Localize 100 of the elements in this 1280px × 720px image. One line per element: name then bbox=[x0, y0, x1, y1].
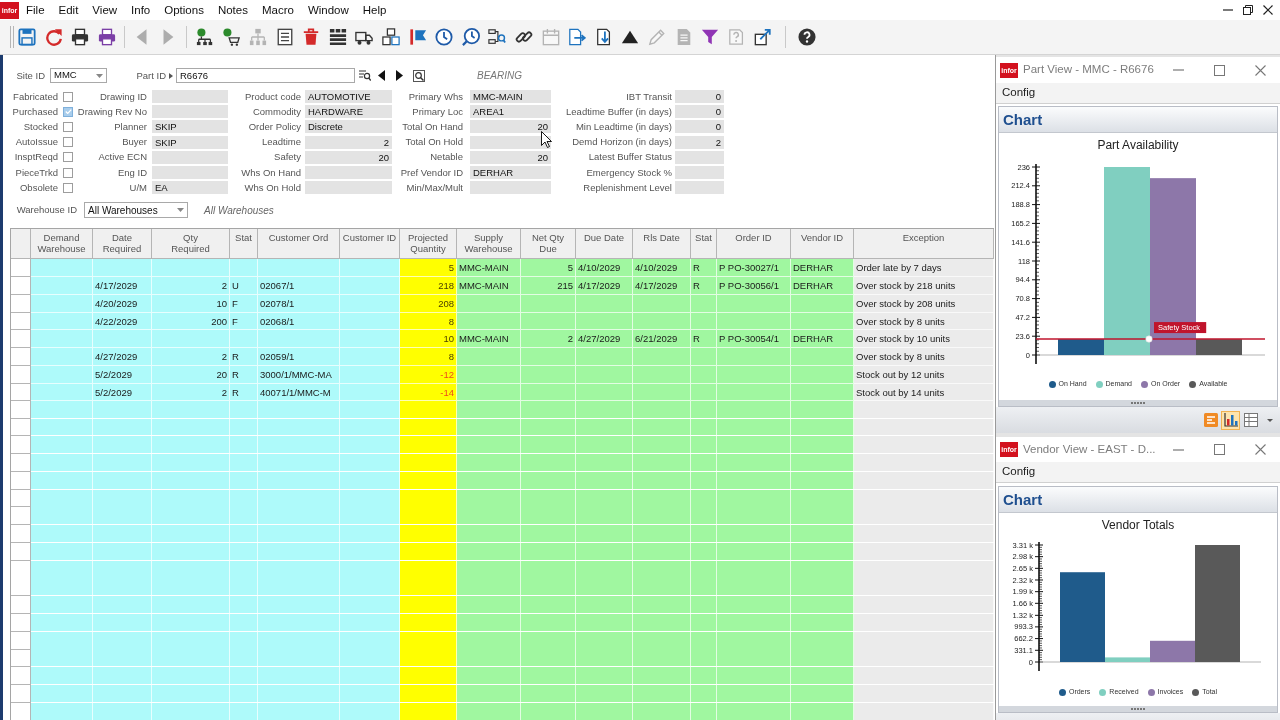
input-field[interactable] bbox=[675, 150, 724, 164]
table-cell: 8 bbox=[400, 348, 457, 366]
chart-title: Vendor Totals bbox=[1100, 517, 1176, 534]
dropdown[interactable]: MMC bbox=[50, 68, 107, 83]
printer-icon[interactable] bbox=[98, 28, 117, 46]
list-icon[interactable] bbox=[275, 28, 294, 46]
input-field[interactable]: EA bbox=[152, 181, 228, 195]
menu-item[interactable]: Config bbox=[1002, 84, 1036, 102]
table-cell bbox=[31, 348, 93, 366]
table-cell: 4/17/2029 bbox=[576, 277, 633, 295]
coin-cart-icon[interactable] bbox=[222, 28, 241, 46]
view-toggle[interactable] bbox=[1241, 410, 1260, 430]
coin-hierarchy-icon[interactable] bbox=[195, 28, 214, 46]
input-field[interactable] bbox=[152, 150, 228, 164]
help-icon[interactable] bbox=[797, 28, 816, 46]
table-cell: 2 bbox=[152, 348, 230, 366]
menu-item[interactable]: Edit bbox=[51, 0, 86, 20]
marker-icon bbox=[1145, 335, 1153, 343]
import-icon[interactable] bbox=[594, 28, 613, 46]
circular-arrow-icon[interactable] bbox=[44, 28, 63, 46]
trash-icon[interactable] bbox=[302, 28, 321, 46]
up-triangle-icon[interactable] bbox=[621, 28, 640, 46]
close-icon[interactable] bbox=[1263, 5, 1273, 15]
flag-icon[interactable] bbox=[408, 28, 427, 46]
legend-dot-icon bbox=[1141, 380, 1148, 388]
checkbox[interactable] bbox=[63, 167, 73, 178]
input-field[interactable] bbox=[470, 181, 551, 195]
printer-icon[interactable] bbox=[71, 28, 90, 46]
menu-item[interactable]: View bbox=[85, 0, 125, 20]
maximize-icon[interactable] bbox=[1214, 64, 1225, 76]
view-toggle[interactable] bbox=[1221, 410, 1240, 430]
checkbox[interactable] bbox=[63, 152, 73, 163]
input-field[interactable]: 20 bbox=[305, 150, 392, 164]
menu-item[interactable]: File bbox=[19, 0, 52, 20]
clock-icon[interactable] bbox=[435, 28, 454, 46]
checkbox[interactable] bbox=[63, 91, 73, 102]
input-field[interactable]: 0 bbox=[675, 90, 724, 104]
input-field[interactable]: MMC-MAIN bbox=[470, 90, 551, 104]
menu-item[interactable]: Info bbox=[124, 0, 158, 20]
menu-item[interactable]: Config bbox=[1002, 463, 1036, 481]
table-cell: 2 bbox=[521, 330, 576, 349]
input-field[interactable]: 2 bbox=[305, 135, 392, 149]
input-field[interactable]: 20 bbox=[470, 120, 551, 134]
menu-item[interactable]: Help bbox=[355, 0, 394, 20]
input-field[interactable]: 20 bbox=[470, 150, 551, 164]
input-field[interactable]: DERHAR bbox=[470, 166, 551, 180]
input-field[interactable]: AUTOMOTIVE bbox=[305, 90, 392, 104]
input-field[interactable] bbox=[152, 166, 228, 180]
filter-icon[interactable] bbox=[701, 28, 720, 46]
input-field[interactable] bbox=[152, 105, 228, 119]
dropdown[interactable]: All Warehouses bbox=[84, 202, 188, 219]
input-field[interactable]: SKIP bbox=[152, 135, 228, 149]
input-field[interactable]: AREA1 bbox=[470, 105, 551, 119]
field-label: Eng ID bbox=[117, 166, 147, 179]
table-cell bbox=[230, 259, 258, 278]
checkbox[interactable] bbox=[63, 182, 73, 193]
right-triangle-icon[interactable] bbox=[396, 70, 403, 81]
input-field[interactable] bbox=[305, 166, 392, 180]
menu-item[interactable]: Options bbox=[157, 0, 211, 20]
link-icon[interactable] bbox=[515, 28, 533, 46]
input-field[interactable] bbox=[305, 181, 392, 195]
caret-icon[interactable] bbox=[1267, 418, 1273, 422]
flowchart-search-icon[interactable] bbox=[488, 28, 507, 46]
triangle-icon bbox=[169, 72, 173, 79]
input-field[interactable]: Discrete bbox=[305, 120, 392, 134]
checkbox[interactable] bbox=[63, 106, 73, 117]
table-cell: 4/10/2029 bbox=[633, 259, 691, 278]
restore-icon[interactable] bbox=[1243, 5, 1253, 15]
list-search-icon[interactable] bbox=[359, 70, 371, 81]
view-toggle[interactable] bbox=[1201, 410, 1220, 430]
tile-icon bbox=[1203, 413, 1218, 427]
checkbox[interactable] bbox=[63, 137, 73, 148]
input-field[interactable] bbox=[675, 166, 724, 180]
export-icon[interactable] bbox=[568, 28, 587, 46]
table-cell: P PO-30027/1 bbox=[717, 259, 791, 278]
checkbox[interactable] bbox=[63, 121, 73, 132]
table-cell: 218 bbox=[400, 277, 457, 295]
boxes-icon[interactable] bbox=[382, 28, 400, 46]
input-field[interactable]: 0 bbox=[675, 105, 724, 119]
input-field[interactable]: SKIP bbox=[152, 120, 228, 134]
input-field[interactable]: R6676 bbox=[176, 68, 355, 83]
table-cell: Over stock by 218 units bbox=[854, 277, 994, 295]
input-field[interactable] bbox=[675, 181, 724, 195]
grid-icon[interactable] bbox=[328, 28, 347, 46]
clock-magnifier-icon[interactable] bbox=[461, 28, 480, 46]
minimize-icon[interactable] bbox=[1173, 448, 1184, 451]
export-box-icon[interactable] bbox=[754, 28, 773, 46]
input-field[interactable] bbox=[152, 90, 228, 104]
menu-item[interactable]: Macro bbox=[254, 0, 301, 20]
section-header: Chart bbox=[999, 107, 1277, 133]
input-field[interactable]: 0 bbox=[675, 120, 724, 134]
menu-item[interactable]: Window bbox=[300, 0, 356, 20]
input-field[interactable]: HARDWARE bbox=[305, 105, 392, 119]
field-label: Primary Loc bbox=[412, 105, 463, 118]
menu-item[interactable]: Notes bbox=[210, 0, 255, 20]
search-icon[interactable] bbox=[413, 69, 425, 82]
left-triangle-icon[interactable] bbox=[378, 70, 385, 81]
table-cell: MMC-MAIN bbox=[457, 259, 521, 278]
maximize-icon[interactable] bbox=[1214, 444, 1225, 455]
input-field[interactable]: 2 bbox=[675, 135, 724, 149]
